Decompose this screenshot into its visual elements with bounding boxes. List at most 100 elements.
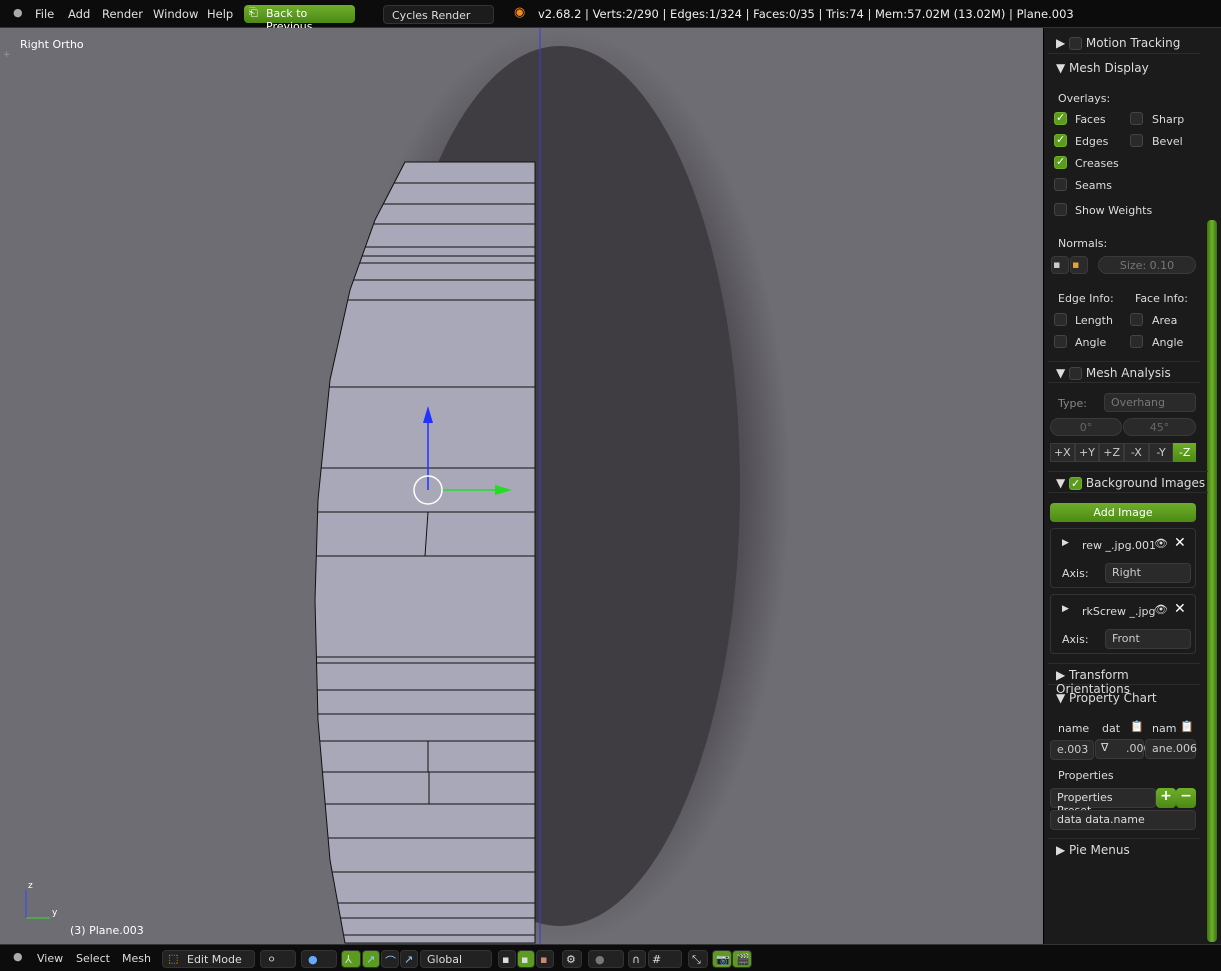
pc-value-name[interactable]: e.003 <box>1050 740 1094 760</box>
normal-size-field[interactable]: Size: 0.10 <box>1098 256 1196 274</box>
3d-viewport[interactable]: Right Ortho + z y (3) Plane.003 <box>0 28 1043 944</box>
panel-property-chart[interactable]: ▼ Property Chart <box>1048 687 1200 709</box>
bg-image-2-axis-select[interactable]: Front <box>1105 629 1191 649</box>
background-images-checkbox[interactable] <box>1069 477 1083 490</box>
analysis-type-select[interactable]: Overhang <box>1104 393 1196 412</box>
panel-title: Motion Tracking <box>1085 36 1181 50</box>
panel-title: Property Chart <box>1069 691 1157 705</box>
translate-manipulator[interactable]: ↗ <box>362 950 380 968</box>
type-label: Type: <box>1058 397 1087 410</box>
face-normals-toggle[interactable]: ▪ <box>1070 256 1088 274</box>
expand-triangle-icon[interactable]: ▶ <box>1062 538 1069 548</box>
render-engine-select[interactable]: Cycles Render <box>383 5 494 24</box>
creases-checkbox[interactable] <box>1054 156 1067 169</box>
render-image-icon[interactable]: 📷 <box>712 950 732 968</box>
close-icon[interactable]: ✕ <box>1174 535 1186 551</box>
edit-mode-icon: ⬚ <box>168 952 179 965</box>
properties-data-field[interactable]: data data.name <box>1050 810 1196 830</box>
faces-label: Faces <box>1075 113 1106 126</box>
vertex-normals-toggle[interactable]: ▪ <box>1051 256 1069 274</box>
render-animation-icon[interactable]: 🎬 <box>732 950 752 968</box>
menu-file[interactable]: File <box>35 7 54 21</box>
analysis-min-field[interactable]: 0° <box>1050 418 1122 436</box>
sidebar-scrollbar[interactable] <box>1207 220 1217 942</box>
panel-title: Mesh Analysis <box>1085 366 1171 380</box>
edges-checkbox[interactable] <box>1054 134 1067 147</box>
orientation-select[interactable]: Global <box>420 950 492 968</box>
blender-logo-icon: ◉ <box>514 5 526 20</box>
pc-value-nam[interactable]: ane.006 <box>1145 739 1197 759</box>
analysis-max-field[interactable]: 45° <box>1123 418 1196 436</box>
viewport-canvas <box>25 28 790 944</box>
menu-help[interactable]: Help <box>207 7 233 21</box>
axis-py-button[interactable]: +Y <box>1074 443 1100 462</box>
axis-pz-button[interactable]: +Z <box>1099 443 1125 462</box>
menu-view[interactable]: View <box>37 952 63 965</box>
menu-select[interactable]: Select <box>76 952 110 965</box>
edge-info-label: Edge Info: <box>1058 292 1114 305</box>
menu-window[interactable]: Window <box>153 7 198 21</box>
panel-motion-tracking[interactable]: ▶ Motion Tracking <box>1048 32 1200 54</box>
opengl-render-icon[interactable]: ⤡ <box>688 950 708 968</box>
motion-tracking-checkbox[interactable] <box>1069 37 1083 50</box>
expand-icon[interactable]: + <box>3 50 11 60</box>
face-angle-checkbox[interactable] <box>1130 335 1143 348</box>
edge-angle-checkbox[interactable] <box>1054 335 1067 348</box>
back-to-previous-button[interactable]: ⎗ Back to Previous <box>244 5 355 33</box>
panel-mesh-display[interactable]: ▼ Mesh Display <box>1048 57 1200 79</box>
editor-type-icon[interactable]: ● <box>13 6 23 19</box>
panel-pie-menus[interactable]: ▶ Pie Menus <box>1048 838 1200 860</box>
show-weights-checkbox[interactable] <box>1054 203 1067 216</box>
limit-selection-icon[interactable]: ⚙ <box>562 950 582 968</box>
close-icon[interactable]: ✕ <box>1174 601 1186 617</box>
axis-px-button[interactable]: +X <box>1050 443 1075 462</box>
scale-manipulator[interactable]: ↗ <box>400 950 418 968</box>
vertex-select-mode[interactable]: ▪ <box>498 950 516 968</box>
expand-triangle-icon[interactable]: ▶ <box>1062 604 1069 614</box>
menu-mesh[interactable]: Mesh <box>122 952 151 965</box>
axis-ny-button[interactable]: -Y <box>1148 443 1174 462</box>
pivot-select[interactable]: ● <box>301 950 337 968</box>
rotate-manipulator[interactable]: ⌒ <box>381 950 399 968</box>
properties-preset-select[interactable]: Properties Preset <box>1050 788 1156 817</box>
area-label: Area <box>1152 314 1178 327</box>
length-checkbox[interactable] <box>1054 313 1067 326</box>
editor-type-icon[interactable]: ● <box>13 950 23 963</box>
bevel-checkbox[interactable] <box>1130 134 1143 147</box>
mesh-analysis-checkbox[interactable] <box>1069 367 1083 380</box>
menu-add[interactable]: Add <box>68 7 90 21</box>
add-image-button[interactable]: Add Image <box>1050 503 1196 522</box>
seams-checkbox[interactable] <box>1054 178 1067 191</box>
show-weights-label: Show Weights <box>1075 204 1153 217</box>
snap-element-select[interactable]: # <box>648 950 682 968</box>
bg-image-1-axis-select[interactable]: Right <box>1105 563 1191 583</box>
menu-render[interactable]: Render <box>102 7 143 21</box>
shading-select[interactable]: ⚪ <box>260 950 296 968</box>
panel-title: Background Images <box>1085 476 1206 490</box>
add-preset-icon[interactable]: + <box>1156 788 1176 808</box>
clipboard-icon[interactable]: 📋 <box>1130 720 1144 733</box>
panel-mesh-analysis[interactable]: ▼ Mesh Analysis <box>1048 361 1200 383</box>
pc-col-nam: nam <box>1152 722 1177 735</box>
axis-label: Axis: <box>1062 633 1089 646</box>
axis-y-label: y <box>52 908 58 918</box>
clipboard-icon[interactable]: 📋 <box>1180 720 1194 733</box>
axis-nx-button[interactable]: -X <box>1124 443 1149 462</box>
panel-transform-orientations[interactable]: ▶ Transform Orientations <box>1048 663 1200 696</box>
faces-checkbox[interactable] <box>1054 112 1067 125</box>
eye-icon[interactable]: 👁 <box>1154 603 1168 616</box>
sharp-checkbox[interactable] <box>1130 112 1143 125</box>
panel-background-images[interactable]: ▼ Background Images <box>1048 471 1208 493</box>
edges-label: Edges <box>1075 135 1109 148</box>
scene-stats: v2.68.2 | Verts:2/290 | Edges:1/324 | Fa… <box>538 7 1074 21</box>
axis-buttons: +X +Y +Z -X -Y -Z <box>1050 443 1197 462</box>
area-checkbox[interactable] <box>1130 313 1143 326</box>
manipulator-toggle[interactable]: ⅄ <box>341 950 361 968</box>
snap-toggle[interactable]: ∩ <box>628 950 646 968</box>
remove-preset-icon[interactable]: − <box>1176 788 1196 808</box>
face-select-mode[interactable]: ▪ <box>536 950 554 968</box>
edge-select-mode[interactable]: ▪ <box>517 950 535 968</box>
axis-nz-button[interactable]: -Z <box>1173 443 1197 462</box>
eye-icon[interactable]: 👁 <box>1154 537 1168 550</box>
proportional-edit-select[interactable]: ● <box>588 950 624 968</box>
